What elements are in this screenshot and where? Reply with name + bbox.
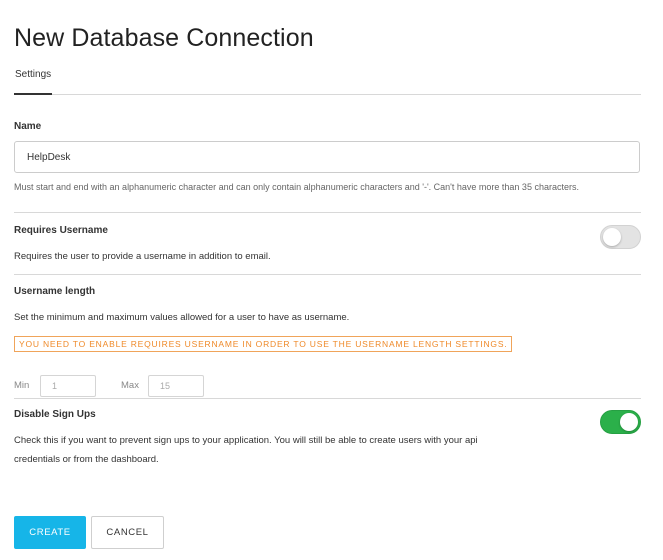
divider	[14, 398, 641, 399]
requires-username-description: Requires the user to provide a username …	[14, 251, 271, 262]
divider	[14, 212, 641, 213]
max-label: Max	[121, 380, 139, 391]
username-length-label: Username length	[14, 286, 96, 297]
tab-bar: Settings	[14, 60, 641, 95]
min-label: Min	[14, 380, 30, 391]
name-field-label: Name	[14, 121, 42, 132]
disable-signups-label: Disable Sign Ups	[14, 409, 96, 420]
tab-settings[interactable]: Settings	[14, 60, 53, 95]
page-title: New Database Connection	[14, 23, 314, 52]
create-button[interactable]: CREATE	[14, 516, 86, 549]
disable-signups-toggle[interactable]	[600, 410, 641, 434]
username-length-description: Set the minimum and maximum values allow…	[14, 312, 350, 323]
disable-signups-description: Check this if you want to prevent sign u…	[14, 435, 478, 465]
max-length-input[interactable]	[148, 375, 204, 397]
name-input[interactable]	[14, 141, 640, 173]
toggle-knob	[603, 228, 621, 246]
username-length-warning: YOU NEED TO ENABLE REQUIRES USERNAME IN …	[14, 336, 513, 352]
cancel-button[interactable]: CANCEL	[91, 516, 164, 549]
requires-username-toggle[interactable]	[600, 225, 641, 249]
min-length-input[interactable]	[40, 375, 96, 397]
toggle-knob	[620, 413, 638, 431]
divider	[14, 274, 641, 275]
name-field-help: Must start and end with an alphanumeric …	[14, 182, 579, 192]
requires-username-label: Requires Username	[14, 225, 108, 236]
